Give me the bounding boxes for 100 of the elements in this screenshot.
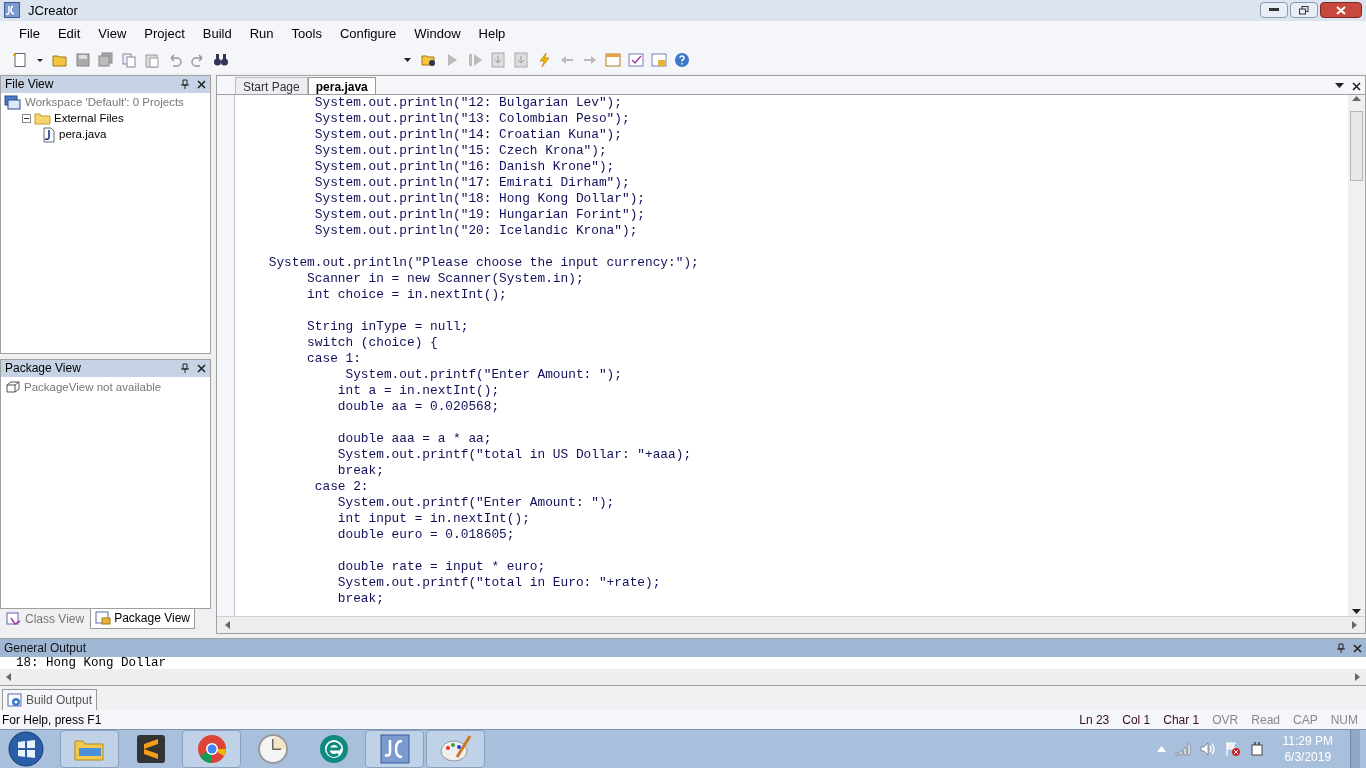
menu-item[interactable]: Configure xyxy=(330,22,406,45)
status-indicator: Read xyxy=(1251,711,1280,729)
code-line: System.out.printf("total in Euro: "+rate); xyxy=(336,574,662,591)
scroll-right-icon[interactable] xyxy=(1355,673,1360,682)
status-indicator: Col 1 xyxy=(1122,711,1151,729)
menu-item[interactable]: File xyxy=(10,22,49,45)
code-line: System.out.printf("Enter Amount: "); xyxy=(344,366,623,383)
code-line: System.out.println("16: Danish Krone"); xyxy=(313,158,616,175)
menu-item[interactable]: Tools xyxy=(282,22,331,45)
status-indicator: Ln 23 xyxy=(1079,711,1110,729)
paste-icon[interactable] xyxy=(144,51,160,68)
java-file-icon xyxy=(42,126,56,143)
minimize-icon xyxy=(1269,8,1279,13)
scroll-thumb[interactable] xyxy=(1350,110,1363,181)
code-line: int a = in.nextInt(); xyxy=(336,382,501,399)
scroll-up-icon[interactable] xyxy=(1352,95,1361,102)
code-line: System.out.println("Please choose the input currency:"); xyxy=(267,253,700,271)
menu-item[interactable]: Edit xyxy=(48,22,90,45)
window-title: JCreator xyxy=(28,1,78,20)
editor-tab[interactable]: Start Page xyxy=(235,76,308,94)
panel-tab[interactable]: Package View xyxy=(90,608,195,629)
workspace-icon xyxy=(4,95,22,111)
menu-item[interactable]: Help xyxy=(469,22,515,45)
close-icon[interactable] xyxy=(1352,81,1361,91)
gear-window-icon xyxy=(7,692,23,708)
code-line: System.out.println("15: Czech Krona"); xyxy=(313,142,608,159)
panel-message: PackageView not available xyxy=(24,379,162,395)
menu-item[interactable]: View xyxy=(89,22,136,45)
panel-title: File View xyxy=(5,76,54,94)
package-icon xyxy=(6,381,20,394)
menu-item[interactable]: Run xyxy=(240,22,283,45)
undo-icon[interactable] xyxy=(167,51,183,68)
close-button[interactable] xyxy=(1320,2,1362,19)
status-indicator: CAP xyxy=(1293,711,1318,729)
flag-error-icon[interactable] xyxy=(1224,741,1241,757)
pin-icon[interactable] xyxy=(181,363,189,374)
window-check-icon[interactable] xyxy=(628,51,644,68)
status-indicator: OVR xyxy=(1212,711,1239,729)
lightning-icon[interactable] xyxy=(536,51,552,68)
code-line: System.out.println("12: Bulgarian Lev"); xyxy=(313,94,623,111)
code-line: break; xyxy=(336,590,385,607)
code-line: break; xyxy=(336,462,385,479)
speaker-icon[interactable] xyxy=(1199,742,1216,756)
close-icon[interactable] xyxy=(197,363,206,373)
menu-item[interactable]: Window xyxy=(405,22,470,45)
pin-icon[interactable] xyxy=(1337,643,1345,654)
editor-tab[interactable]: pera.java xyxy=(307,76,376,94)
new-file-icon[interactable] xyxy=(12,51,28,68)
code-line: System.out.println("18: Hong Kong Dollar"); xyxy=(313,190,646,207)
class-diagram-icon xyxy=(6,611,22,626)
panel-title: General Output xyxy=(4,640,87,657)
code-line: int input = in.nextInt(); xyxy=(336,510,531,527)
document-down-icon[interactable] xyxy=(490,51,506,68)
binoculars-icon[interactable] xyxy=(213,51,229,68)
code-line: System.out.println("20: Icelandic Krona"); xyxy=(313,222,639,239)
restore-icon xyxy=(1299,5,1309,15)
help-icon[interactable] xyxy=(674,51,690,68)
menu-item[interactable]: Build xyxy=(193,22,241,45)
save-icon[interactable] xyxy=(75,51,91,68)
output-line: 18: Hong Kong Dollar xyxy=(16,657,168,670)
package-window-icon xyxy=(95,611,112,626)
minimize-button[interactable] xyxy=(1260,2,1288,19)
app-logo-icon xyxy=(4,2,20,19)
code-line: case 2: xyxy=(313,478,370,495)
code-editor[interactable] xyxy=(235,94,1348,617)
status-indicator: Char 1 xyxy=(1163,711,1200,729)
document-down-icon[interactable] xyxy=(513,51,529,68)
code-line: System.out.println("14: Croatian Kuna"); xyxy=(313,126,623,143)
code-line: switch (choice) { xyxy=(306,334,439,351)
save-all-icon[interactable] xyxy=(98,51,114,68)
output-tab[interactable]: Build Output xyxy=(2,689,98,711)
code-line: System.out.printf("total in US Dollar: "+aaa); xyxy=(336,446,693,463)
dropdown-arrow-icon[interactable] xyxy=(1335,83,1344,90)
code-line: double aaa = a * aa; xyxy=(336,429,493,447)
code-line: case 1: xyxy=(306,350,362,367)
menu-item[interactable]: Project xyxy=(135,22,194,45)
scroll-left-icon[interactable] xyxy=(225,621,230,630)
scroll-right-icon[interactable] xyxy=(1352,621,1357,630)
code-line: System.out.println("17: Emirati Dirham"); xyxy=(313,174,631,191)
copy-icon[interactable] xyxy=(121,51,137,68)
code-line: double aa = 0.020568; xyxy=(336,398,501,415)
close-icon[interactable] xyxy=(197,79,206,89)
code-line: System.out.printf("Enter Amount: "); xyxy=(336,494,616,511)
restore-button[interactable] xyxy=(1290,2,1318,19)
code-line: String inType = null; xyxy=(306,317,470,335)
status-text: For Help, press F1 xyxy=(2,711,102,729)
code-line: System.out.println("19: Hungarian Forint"); xyxy=(313,206,646,223)
code-line: Scanner in = new Scanner(System.in); xyxy=(306,270,585,287)
window-icon[interactable] xyxy=(605,51,621,68)
code-line: double rate = input * euro; xyxy=(336,557,547,575)
close-icon[interactable] xyxy=(1353,643,1362,653)
folder-icon xyxy=(34,112,51,126)
status-indicator: NUM xyxy=(1330,711,1358,729)
pin-icon[interactable] xyxy=(181,79,189,90)
redo-icon[interactable] xyxy=(190,51,206,68)
code-line: System.out.println("13: Colombian Peso"); xyxy=(313,110,631,127)
power-plug-icon[interactable] xyxy=(1249,741,1264,757)
code-line: double euro = 0.018605; xyxy=(336,526,516,543)
scroll-left-icon[interactable] xyxy=(6,673,11,682)
close-icon xyxy=(1336,5,1346,15)
